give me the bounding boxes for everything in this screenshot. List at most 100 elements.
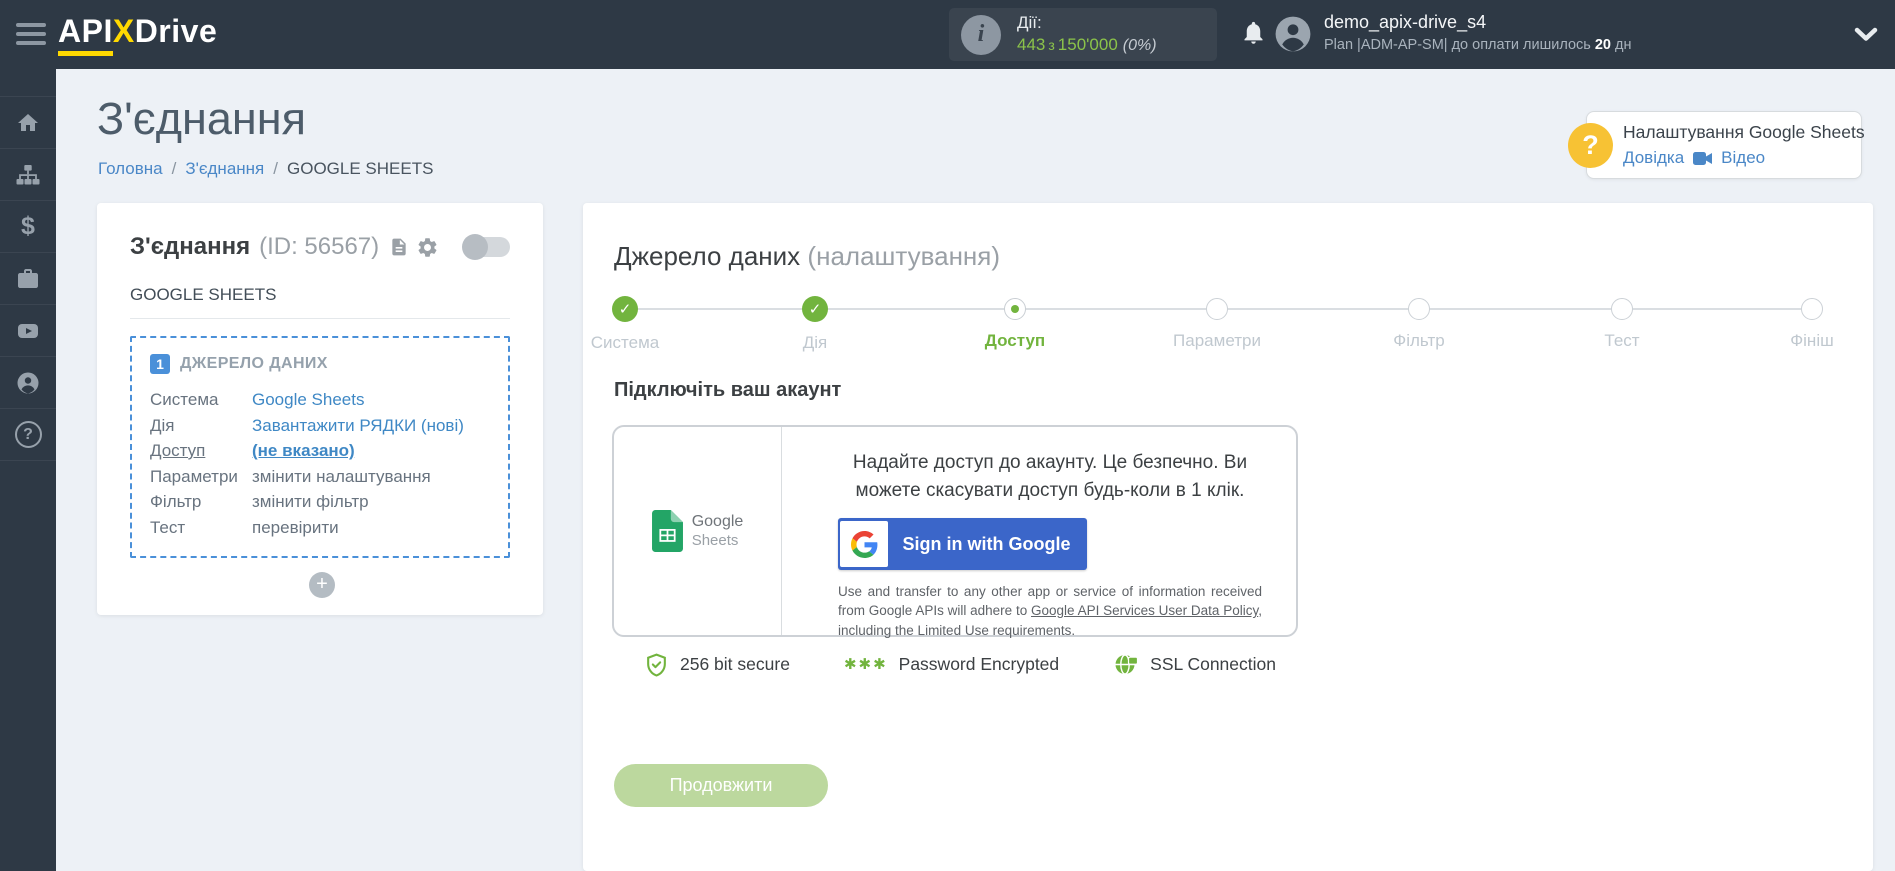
- test-value[interactable]: перевірити: [252, 515, 490, 541]
- step-parameters[interactable]: Параметри: [1147, 296, 1287, 351]
- row-filter: Фільтр змінити фільтр: [150, 489, 490, 515]
- plan-info: Plan |ADM-AP-SM| до оплати лишилось 20 д…: [1324, 37, 1632, 53]
- video-link[interactable]: Відео: [1721, 148, 1765, 168]
- breadcrumb: Головна/З'єднання/GOOGLE SHEETS: [98, 159, 433, 179]
- youtube-play-icon: [16, 319, 40, 343]
- breadcrumb-connections-link[interactable]: З'єднання: [185, 159, 264, 178]
- apixdrive-logo[interactable]: APIXDrive: [58, 13, 217, 50]
- document-icon[interactable]: [389, 236, 409, 258]
- connection-toggle[interactable]: [464, 237, 510, 257]
- shield-check-icon: [644, 652, 669, 677]
- actions-label: Дії:: [1017, 12, 1157, 34]
- person-icon: [16, 371, 40, 395]
- asterisks-icon: ✱✱✱: [844, 655, 888, 673]
- step-system[interactable]: ✓ Система: [555, 296, 695, 353]
- connection-id: (ID: 56567): [259, 233, 379, 261]
- connection-card: З'єднання (ID: 56567) GOOGLE SHEETS 1 ДЖ…: [97, 203, 543, 615]
- badge-ssl: SSL Connection: [1113, 651, 1276, 677]
- row-test: Тест перевірити: [150, 515, 490, 541]
- connect-account-heading: Підключіть ваш акаунт: [614, 379, 841, 402]
- days-left: 20: [1595, 37, 1611, 53]
- sitemap-icon: [16, 163, 40, 187]
- sidebar-spacer: [0, 69, 56, 97]
- panel-title: Джерело даних (налаштування): [614, 241, 1000, 272]
- access-message: Надайте доступ до акаунту. Це безпечно. …: [838, 449, 1262, 505]
- google-g-icon: [840, 521, 888, 567]
- step-filter[interactable]: Фільтр: [1349, 296, 1489, 351]
- security-badges: 256 bit secure ✱✱✱ Password Encrypted SS…: [644, 651, 1276, 677]
- chevron-down-icon[interactable]: [1854, 27, 1878, 47]
- row-action: Дія Завантажити РЯДКИ (нові): [150, 413, 490, 439]
- continue-button[interactable]: Продовжити: [614, 764, 828, 807]
- app-screen: APIXDrive i Дії: 443з150'000(0%) demo_ap…: [0, 0, 1895, 871]
- step-done-icon: ✓: [802, 296, 828, 322]
- step-done-icon: ✓: [612, 296, 638, 322]
- step-todo-icon: [1206, 298, 1228, 320]
- sign-in-label: Sign in with Google: [888, 534, 1085, 555]
- info-icon: i: [961, 15, 1001, 55]
- breadcrumb-home-link[interactable]: Головна: [98, 159, 163, 178]
- filter-value[interactable]: змінити фільтр: [252, 489, 490, 515]
- user-info[interactable]: demo_apix-drive_s4 Plan |ADM-AP-SM| до о…: [1324, 12, 1632, 53]
- action-value-link[interactable]: Завантажити РЯДКИ (нові): [252, 413, 490, 439]
- step-finish[interactable]: Фініш: [1742, 296, 1882, 351]
- panel-subtitle: (налаштування): [807, 241, 1000, 271]
- connection-service-name: GOOGLE SHEETS: [130, 285, 510, 319]
- sidebar-item-home[interactable]: [0, 97, 56, 149]
- page-title: З'єднання: [97, 93, 306, 145]
- hamburger-menu-icon[interactable]: [16, 23, 46, 50]
- step-number-badge: 1: [150, 354, 170, 374]
- sidebar: $ ?: [0, 69, 56, 871]
- video-icon: [1693, 152, 1712, 165]
- system-value-link[interactable]: Google Sheets: [252, 387, 490, 413]
- google-connect-card: Google Sheets Надайте доступ до акаунту.…: [612, 425, 1298, 637]
- sidebar-item-services[interactable]: [0, 253, 56, 305]
- home-icon: [16, 111, 40, 135]
- access-value-link[interactable]: (не вказано): [252, 438, 490, 464]
- gear-icon[interactable]: [416, 236, 439, 259]
- topbar: APIXDrive i Дії: 443з150'000(0%) demo_ap…: [0, 0, 1895, 69]
- step-todo-icon: [1801, 298, 1823, 320]
- google-sheets-label-bottom: Sheets: [692, 532, 744, 551]
- user-avatar[interactable]: [1274, 15, 1312, 58]
- step-todo-icon: [1408, 298, 1430, 320]
- data-source-box[interactable]: 1 ДЖЕРЕЛО ДАНИХ Система Google Sheets Ді…: [130, 336, 510, 558]
- actions-usage: 443з150'000(0%): [1017, 34, 1157, 57]
- breadcrumb-current: GOOGLE SHEETS: [287, 159, 433, 178]
- row-system: Система Google Sheets: [150, 387, 490, 413]
- badge-256-bit: 256 bit secure: [644, 652, 790, 677]
- help-question-icon: ?: [1568, 123, 1613, 168]
- badge-password-encrypted: ✱✱✱ Password Encrypted: [844, 654, 1059, 675]
- sign-in-with-google-button[interactable]: Sign in with Google: [838, 518, 1087, 570]
- question-mark-icon: ?: [15, 421, 42, 448]
- parameters-value[interactable]: змінити налаштування: [252, 464, 490, 490]
- sidebar-item-videos[interactable]: [0, 305, 56, 357]
- dollar-icon: $: [21, 212, 35, 241]
- step-todo-icon: [1611, 298, 1633, 320]
- data-source-box-title: ДЖЕРЕЛО ДАНИХ: [180, 355, 328, 373]
- help-widget: ? Налаштування Google Sheets Довідка Від…: [1586, 111, 1862, 179]
- logo-api: API: [58, 13, 113, 56]
- sidebar-item-help[interactable]: ?: [0, 409, 56, 461]
- actions-counter-box[interactable]: i Дії: 443з150'000(0%): [949, 8, 1217, 61]
- sidebar-item-account[interactable]: [0, 357, 56, 409]
- briefcase-icon: [16, 267, 40, 291]
- step-access[interactable]: Доступ: [945, 296, 1085, 351]
- toggle-knob: [462, 234, 488, 260]
- add-step-button[interactable]: +: [309, 572, 335, 598]
- sidebar-item-connections[interactable]: [0, 149, 56, 201]
- notifications-bell-icon[interactable]: [1240, 18, 1267, 52]
- step-action[interactable]: ✓ Дія: [745, 296, 885, 353]
- help-widget-title: Налаштування Google Sheets: [1623, 122, 1851, 143]
- logo-x: X: [113, 13, 135, 49]
- sidebar-item-payments[interactable]: $: [0, 201, 56, 253]
- user-data-policy-link[interactable]: Google API Services User Data Policy: [1031, 603, 1258, 618]
- logo-drive: Drive: [135, 13, 218, 49]
- step-test[interactable]: Тест: [1552, 296, 1692, 351]
- row-access: Доступ (не вказано): [150, 438, 490, 464]
- username: demo_apix-drive_s4: [1324, 12, 1632, 33]
- ssl-globe-lock-icon: [1113, 651, 1139, 677]
- google-fine-print: Use and transfer to any other app or ser…: [838, 582, 1262, 639]
- help-link[interactable]: Довідка: [1623, 148, 1684, 168]
- connection-title: З'єднання: [130, 233, 250, 261]
